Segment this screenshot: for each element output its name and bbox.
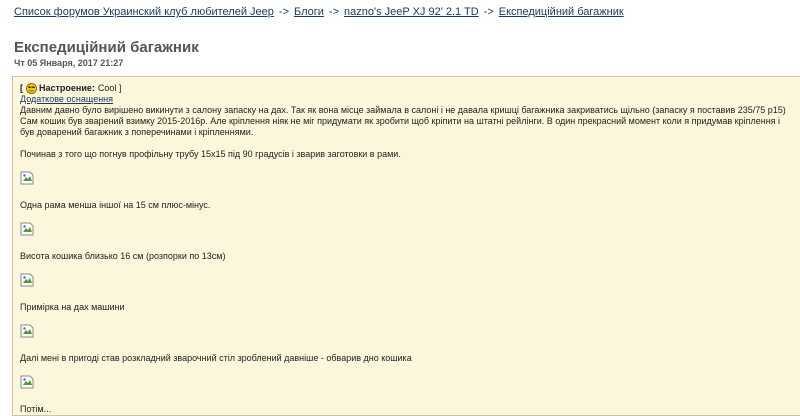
post-paragraph: Примірка на дах машини xyxy=(20,302,125,312)
breadcrumb-separator: -> xyxy=(278,6,289,18)
post-paragraph: Давним давно було вирішено викинути з са… xyxy=(20,105,786,115)
broken-image-icon[interactable] xyxy=(20,324,34,338)
post-title: Експедиційний багажник xyxy=(14,39,199,56)
post-body-box: [ Настроение: Cool ] Додаткове оснащення… xyxy=(12,76,800,416)
post-paragraph: Сам кошик був зварений взимку 2015-2016р… xyxy=(20,116,781,137)
breadcrumb: Список форумов Украинский клуб любителей… xyxy=(14,6,624,19)
broken-image-icon[interactable] xyxy=(20,273,34,287)
post-paragraph: Починав з того що погнув профільну трубу… xyxy=(20,149,401,159)
post-body: [ Настроение: Cool ] Додаткове оснащення… xyxy=(20,83,790,415)
post-date: Чт 05 Января, 2017 21:27 xyxy=(14,58,124,68)
mood-line: [ Настроение: Cool ] xyxy=(20,83,790,94)
mood-bracket: [ xyxy=(20,83,23,93)
breadcrumb-user-blog[interactable]: nazno's JeeP XJ 92' 2.1 TD xyxy=(344,6,479,18)
broken-image-icon[interactable] xyxy=(20,171,34,185)
breadcrumb-separator: -> xyxy=(483,6,494,18)
breadcrumb-forum-list[interactable]: Список форумов Украинский клуб любителей… xyxy=(14,6,274,18)
broken-image-icon[interactable] xyxy=(20,375,34,389)
breadcrumb-current-post[interactable]: Експедиційний багажник xyxy=(499,6,624,18)
post-tag-link[interactable]: Додаткове оснащення xyxy=(20,94,790,105)
post-paragraph: Висота кошика близько 16 см (розпорки по… xyxy=(20,251,226,261)
post-paragraph: Потім... xyxy=(20,404,52,414)
broken-image-icon[interactable] xyxy=(20,222,34,236)
mood-label: Настроение: xyxy=(39,83,95,93)
breadcrumb-blogs[interactable]: Блоги xyxy=(294,6,324,18)
post-paragraph: Далі мені в пригоді став розкладний звар… xyxy=(20,353,412,363)
smiley-icon xyxy=(26,83,37,94)
post-paragraph: Одна рама менша іншої на 15 см плюс-міну… xyxy=(20,200,211,210)
mood-value: Cool ] xyxy=(97,83,122,93)
breadcrumb-separator: -> xyxy=(328,6,340,18)
